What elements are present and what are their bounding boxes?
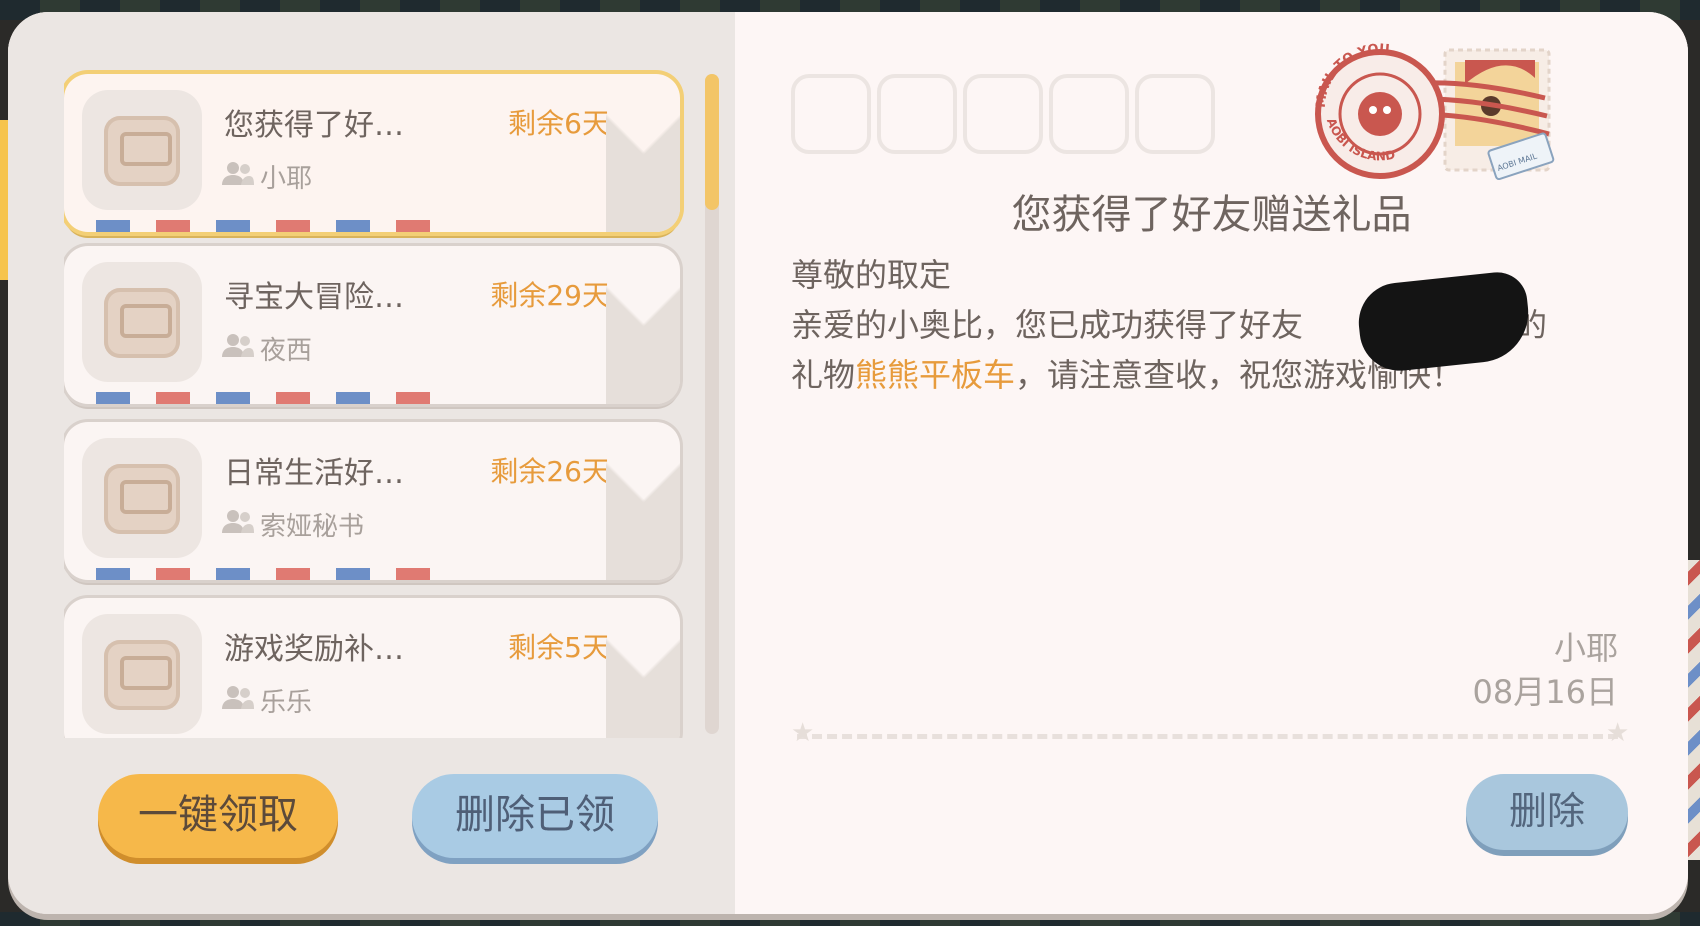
letter-pane: MAIL TO YOU AOBI ISLAND AOBI MAIL 您获得了好友… (735, 12, 1688, 914)
claim-all-button[interactable]: 一键领取 (98, 774, 338, 858)
friends-icon (222, 686, 254, 709)
mail-remaining-days: 剩余29天 (490, 279, 610, 312)
gift-name: 熊熊平板车 (855, 356, 1016, 394)
envelope-icon (104, 640, 180, 710)
envelope-icon-frame (82, 438, 202, 558)
mail-title: 日常生活好… (224, 456, 404, 491)
star-icon: ★ (791, 718, 815, 748)
mail-item[interactable]: 您获得了好… 剩余6天 小耶 (64, 74, 680, 232)
attachment-slot[interactable] (791, 74, 871, 154)
envelope-flap (606, 74, 680, 232)
star-icon: ★ (1606, 718, 1630, 748)
mail-remaining-days: 剩余6天 (508, 107, 610, 140)
envelope-flap (606, 422, 680, 580)
mail-title: 游戏奖励补… (224, 632, 404, 667)
mail-item[interactable]: 寻宝大冒险… 剩余29天 夜西 (64, 246, 680, 404)
envelope-icon (104, 288, 180, 358)
background-bottom (0, 912, 1700, 926)
airmail-stripes (96, 568, 436, 580)
mail-sender: 索娅秘书 (260, 512, 365, 542)
attachment-slot[interactable] (877, 74, 957, 154)
scrollbar-thumb[interactable] (705, 74, 719, 210)
delete-claimed-button[interactable]: 删除已领 (412, 774, 658, 858)
letter-line-2a: 礼物 (791, 356, 856, 394)
attachment-slot[interactable] (963, 74, 1043, 154)
envelope-flap (606, 246, 680, 404)
mail-sender: 小耶 (260, 164, 313, 194)
friends-icon (222, 510, 254, 533)
envelope-icon-frame (82, 90, 202, 210)
mail-remaining-days: 剩余26天 (490, 455, 610, 488)
mail-title: 寻宝大冒险… (224, 280, 404, 315)
mail-remaining-days: 剩余5天 (508, 631, 610, 664)
letter-title: 您获得了好友赠送礼品 (1011, 192, 1412, 238)
signature-name: 小耶 (1553, 629, 1618, 667)
envelope-icon-frame (82, 614, 202, 734)
mail-list-pane: 您获得了好… 剩余6天 小耶 寻宝大冒险… 剩余29天 夜西 日常生活好… 剩余… (8, 12, 735, 914)
postmark-stamp-icon: MAIL TO YOU AOBI ISLAND AOBI MAIL (1314, 42, 1555, 181)
friends-icon (222, 334, 254, 357)
envelope-flap (606, 598, 680, 738)
divider (797, 734, 1618, 743)
letter-signature: 小耶 08月16日 (1473, 626, 1618, 714)
background-left-edge (0, 120, 8, 280)
mail-sender: 乐乐 (260, 688, 313, 718)
mail-item[interactable]: 游戏奖励补… 剩余5天 乐乐 (64, 598, 680, 738)
airmail-stripes (96, 392, 436, 404)
mail-window: 您获得了好… 剩余6天 小耶 寻宝大冒险… 剩余29天 夜西 日常生活好… 剩余… (8, 12, 1688, 914)
mail-title: 您获得了好… (224, 108, 404, 143)
mail-list[interactable]: 您获得了好… 剩余6天 小耶 寻宝大冒险… 剩余29天 夜西 日常生活好… 剩余… (64, 70, 694, 738)
delete-button[interactable]: 删除 (1466, 774, 1628, 850)
envelope-icon-frame (82, 262, 202, 382)
envelope-icon (104, 464, 180, 534)
letter-line-1a: 亲爱的小奥比，您已成功获得了好友 (791, 306, 1304, 344)
mail-sender: 夜西 (260, 336, 313, 366)
attachment-slot[interactable] (1049, 74, 1129, 154)
envelope-icon (104, 116, 180, 186)
letter-date: 08月16日 (1472, 673, 1618, 711)
friends-icon (222, 162, 254, 185)
mail-item[interactable]: 日常生活好… 剩余26天 索娅秘书 (64, 422, 680, 580)
attachment-slot[interactable] (1135, 74, 1215, 154)
airmail-stripes (96, 220, 436, 232)
